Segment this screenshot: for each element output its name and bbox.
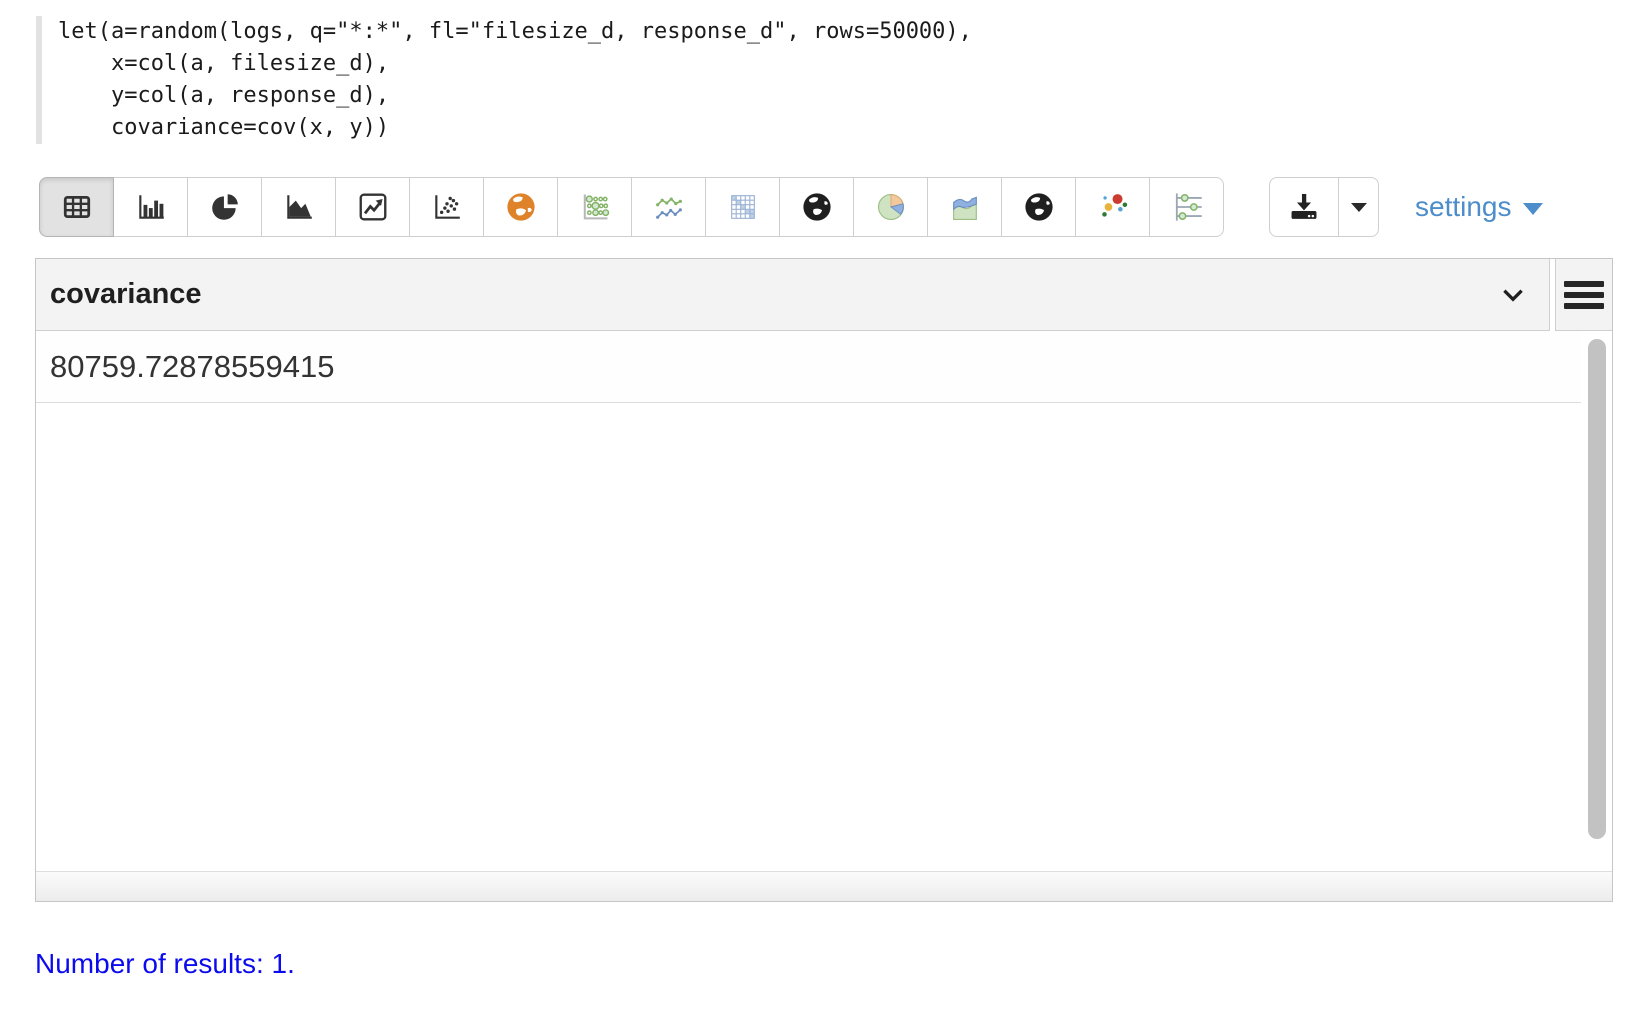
line-chart-icon xyxy=(357,191,389,223)
multi-line-chart-icon xyxy=(652,190,686,224)
chart-type-heatmap-button[interactable] xyxy=(705,177,780,237)
area-chart-icon xyxy=(283,191,315,223)
download-button[interactable] xyxy=(1269,177,1339,237)
settings-link[interactable]: settings xyxy=(1415,191,1543,223)
column-header-covariance[interactable]: covariance xyxy=(36,259,1550,331)
globe-orange-icon xyxy=(504,190,538,224)
table-body: 80759.72878559415 xyxy=(36,331,1612,871)
table-header-row: covariance xyxy=(36,259,1612,331)
vertical-scrollbar xyxy=(1581,331,1612,871)
download-options-button[interactable] xyxy=(1338,177,1379,237)
chart-type-area-colored-button[interactable] xyxy=(927,177,1002,237)
chevron-down-icon xyxy=(1499,281,1527,309)
table-icon xyxy=(61,191,93,223)
heatmap-icon xyxy=(726,190,760,224)
code-line: let(a=random(logs, q="*:*", fl="filesize… xyxy=(58,16,1608,48)
chart-type-line-button[interactable] xyxy=(335,177,410,237)
caret-down-icon xyxy=(1351,203,1367,212)
chart-type-sliders-button[interactable] xyxy=(1149,177,1224,237)
code-editor[interactable]: let(a=random(logs, q="*:*", fl="filesize… xyxy=(36,16,1608,144)
globe-dark-icon xyxy=(800,190,834,224)
chart-type-bubble-matrix-button[interactable] xyxy=(557,177,632,237)
parallel-sliders-icon xyxy=(1170,190,1204,224)
caret-down-icon xyxy=(1523,203,1543,215)
chart-type-bubble-scatter-button[interactable] xyxy=(1075,177,1150,237)
globe-dark-icon xyxy=(1022,190,1056,224)
chart-type-globe1-button[interactable] xyxy=(779,177,854,237)
hamburger-menu-icon xyxy=(1564,281,1604,309)
download-group xyxy=(1269,177,1379,237)
bubble-matrix-icon xyxy=(578,190,612,224)
stacked-area-colored-icon xyxy=(948,190,982,224)
download-icon xyxy=(1287,190,1321,224)
vertical-scrollbar-thumb[interactable] xyxy=(1588,339,1606,839)
chart-type-pie-colored-button[interactable] xyxy=(853,177,928,237)
code-line: y=col(a, response_d), xyxy=(58,80,1608,112)
zeppelin-paragraph: let(a=random(logs, q="*:*", fl="filesize… xyxy=(0,0,1648,1016)
table-cell-covariance-value: 80759.72878559415 xyxy=(50,349,334,385)
results-count: Number of results: 1. xyxy=(35,948,295,980)
visualization-toolbar: settings xyxy=(39,177,1628,237)
chart-type-area-button[interactable] xyxy=(261,177,336,237)
horizontal-scrollbar-track xyxy=(36,871,1612,901)
table-row: 80759.72878559415 xyxy=(36,331,1581,403)
settings-label: settings xyxy=(1415,191,1512,223)
chart-type-group xyxy=(39,177,1224,237)
chart-type-globe2-button[interactable] xyxy=(1001,177,1076,237)
chart-type-scatter-button[interactable] xyxy=(409,177,484,237)
code-line: x=col(a, filesize_d), xyxy=(58,48,1608,80)
chart-type-pie-button[interactable] xyxy=(187,177,262,237)
chart-type-multiline-button[interactable] xyxy=(631,177,706,237)
pie-chart-icon xyxy=(209,191,241,223)
chart-type-table-button[interactable] xyxy=(39,177,114,237)
column-header-label: covariance xyxy=(50,278,1499,311)
result-table: covariance 80759.72878559415 xyxy=(35,258,1613,902)
pie-colored-icon xyxy=(874,190,908,224)
chart-type-map-button[interactable] xyxy=(483,177,558,237)
scatter-plot-icon xyxy=(431,191,463,223)
chart-type-bar-button[interactable] xyxy=(113,177,188,237)
table-menu-button[interactable] xyxy=(1555,259,1612,331)
code-line: covariance=cov(x, y)) xyxy=(58,112,1608,144)
bar-chart-icon xyxy=(135,191,167,223)
bubble-scatter-colored-icon xyxy=(1096,190,1130,224)
table-rows: 80759.72878559415 xyxy=(36,331,1581,871)
